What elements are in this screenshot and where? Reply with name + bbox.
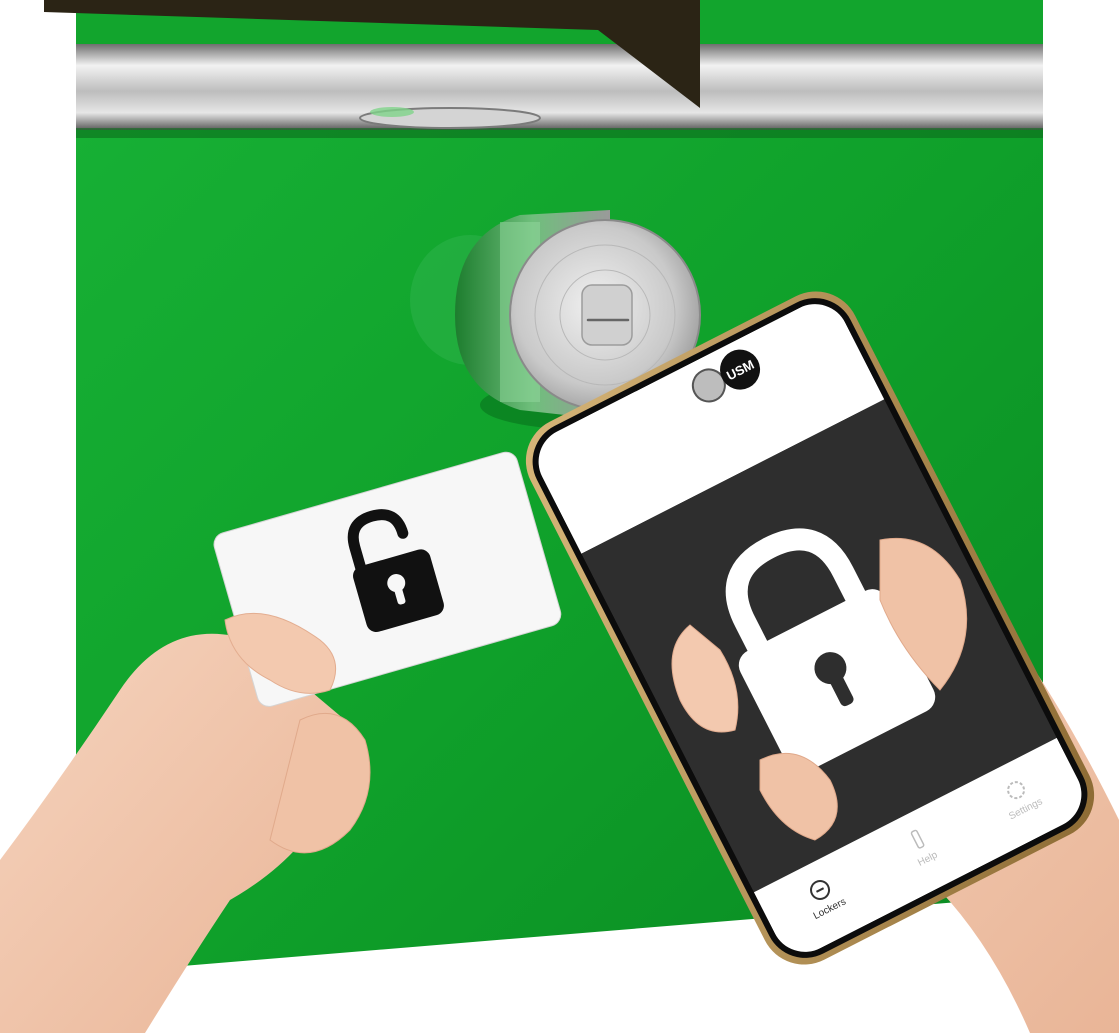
knob-center-slot [581, 284, 633, 346]
product-scene: USM Lockers Help Settings [0, 0, 1119, 1033]
rail-shadow [76, 128, 1043, 138]
metal-rail [76, 44, 1043, 130]
